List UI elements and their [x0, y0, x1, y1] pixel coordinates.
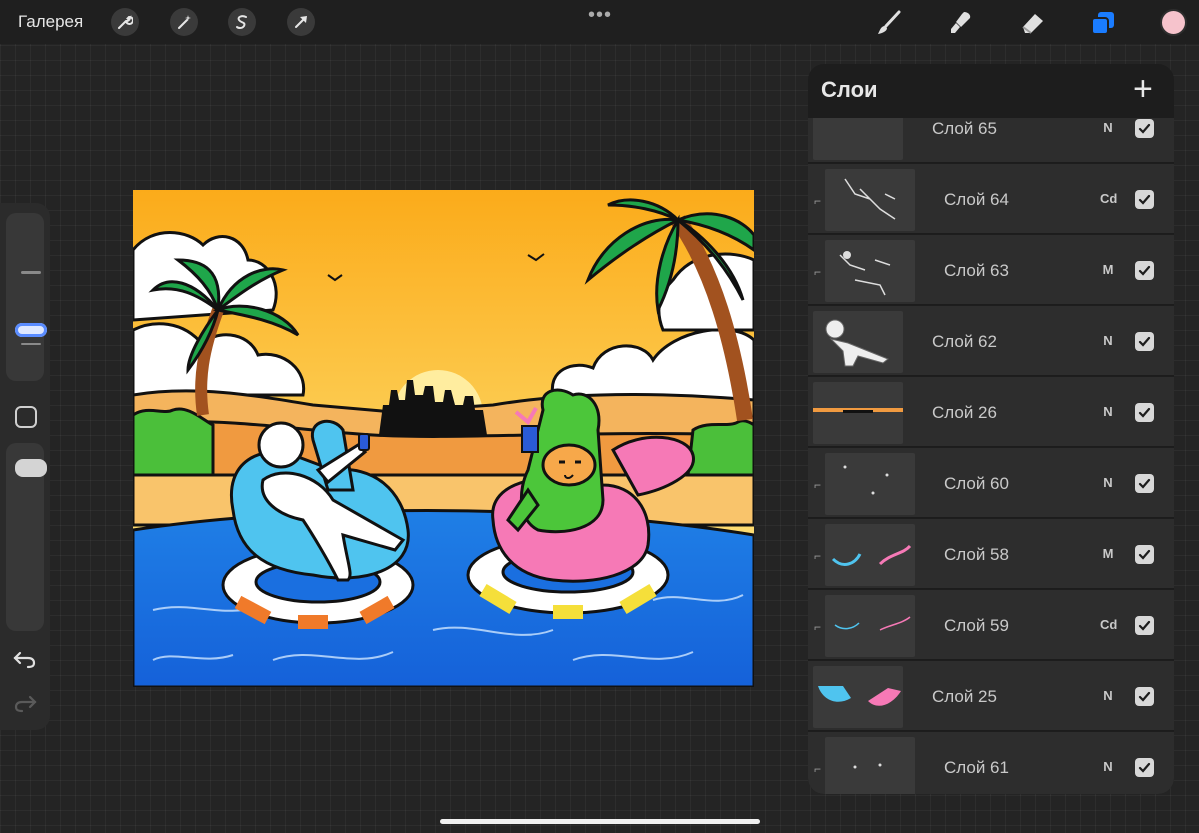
- layer-name: Слой 26: [932, 403, 997, 422]
- layer-visibility-checkbox[interactable]: [1135, 616, 1154, 635]
- checkmark-icon: [1138, 762, 1151, 773]
- layer-blend-mode[interactable]: N: [1100, 120, 1116, 135]
- square-modify-icon[interactable]: [15, 406, 37, 428]
- layer-visibility-checkbox[interactable]: [1135, 545, 1154, 564]
- layer-row[interactable]: ⌐ Слой 59 Cd: [808, 590, 1174, 660]
- layer-name: Слой 59: [944, 616, 1009, 635]
- layer-blend-mode[interactable]: N: [1100, 333, 1116, 348]
- layer-name: Слой 65: [932, 119, 997, 138]
- layer-visibility-checkbox[interactable]: [1135, 758, 1154, 777]
- layer-thumbnail: [825, 595, 915, 657]
- layer-visibility-checkbox[interactable]: [1135, 332, 1154, 351]
- layer-thumbnail: [813, 118, 903, 160]
- checkmark-icon: [1138, 478, 1151, 489]
- clipping-mask-icon: ⌐: [814, 478, 822, 492]
- brush-size-thumb[interactable]: [15, 323, 47, 337]
- layer-name: Слой 64: [944, 190, 1009, 209]
- layer-name: Слой 63: [944, 261, 1009, 280]
- layer-row[interactable]: ⌐ Слой 61 N: [808, 732, 1174, 794]
- eraser-icon[interactable]: [1017, 8, 1047, 38]
- layer-visibility-checkbox[interactable]: [1135, 403, 1154, 422]
- layers-title: Слои: [821, 77, 878, 102]
- checkmark-icon: [1138, 691, 1151, 702]
- add-layer-button[interactable]: +: [1133, 72, 1153, 106]
- layer-row[interactable]: Слой 62 N: [808, 306, 1174, 376]
- home-indicator: [440, 819, 760, 824]
- magic-wand-icon[interactable]: [170, 8, 198, 36]
- checkmark-icon: [1138, 549, 1151, 560]
- drawing-canvas[interactable]: [133, 190, 754, 687]
- layer-row[interactable]: ⌐ Слой 64 Cd: [808, 164, 1174, 234]
- layer-thumbnail: [813, 382, 903, 444]
- layer-visibility-checkbox[interactable]: [1135, 119, 1154, 138]
- layer-blend-mode[interactable]: M: [1100, 262, 1116, 277]
- layer-list[interactable]: Слой 65 N ⌐ Слой 64 Cd ⌐ Слой 63 M Слой 62 N Слой …: [808, 118, 1174, 794]
- brush-icon[interactable]: [874, 8, 904, 38]
- layer-thumbnail: [825, 737, 915, 794]
- layer-visibility-checkbox[interactable]: [1135, 474, 1154, 493]
- clipping-mask-icon: ⌐: [814, 549, 822, 563]
- smudge-icon[interactable]: [946, 8, 976, 38]
- color-picker-button[interactable]: [1160, 9, 1187, 36]
- layer-name: Слой 61: [944, 758, 1009, 777]
- layers-icon[interactable]: [1088, 8, 1118, 38]
- layer-row[interactable]: Слой 26 N: [808, 377, 1174, 447]
- opacity-thumb[interactable]: [15, 459, 47, 477]
- checkmark-icon: [1138, 336, 1151, 347]
- layer-blend-mode[interactable]: N: [1100, 688, 1116, 703]
- layer-visibility-checkbox[interactable]: [1135, 261, 1154, 280]
- layer-blend-mode[interactable]: Cd: [1100, 191, 1117, 206]
- layer-name: Слой 60: [944, 474, 1009, 493]
- clipping-mask-icon: ⌐: [814, 620, 822, 634]
- layer-name: Слой 62: [932, 332, 997, 351]
- layer-blend-mode[interactable]: Cd: [1100, 617, 1117, 632]
- layer-blend-mode[interactable]: N: [1100, 404, 1116, 419]
- checkmark-icon: [1138, 407, 1151, 418]
- transform-arrow-icon[interactable]: [287, 8, 315, 36]
- checkmark-icon: [1138, 194, 1151, 205]
- layer-thumbnail: [825, 524, 915, 586]
- layer-visibility-checkbox[interactable]: [1135, 190, 1154, 209]
- layer-blend-mode[interactable]: N: [1100, 759, 1116, 774]
- checkmark-icon: [1138, 620, 1151, 631]
- opacity-slider[interactable]: [6, 443, 47, 631]
- layer-row[interactable]: ⌐ Слой 58 M: [808, 519, 1174, 589]
- selection-s-icon[interactable]: [228, 8, 256, 36]
- left-sidebar: [0, 203, 50, 730]
- checkmark-icon: [1138, 265, 1151, 276]
- more-options-button[interactable]: •••: [588, 4, 612, 27]
- clipping-mask-icon: ⌐: [814, 265, 822, 279]
- undo-icon[interactable]: [13, 649, 37, 674]
- layer-thumbnail: [825, 169, 915, 231]
- checkmark-icon: [1138, 123, 1151, 134]
- layer-blend-mode[interactable]: M: [1100, 546, 1116, 561]
- clipping-mask-icon: ⌐: [814, 194, 822, 208]
- clipping-mask-icon: ⌐: [814, 762, 822, 776]
- layer-blend-mode[interactable]: N: [1100, 475, 1116, 490]
- top-toolbar: Галерея •••: [0, 0, 1199, 44]
- brush-size-slider[interactable]: [6, 213, 47, 381]
- layer-name: Слой 58: [944, 545, 1009, 564]
- layer-row[interactable]: ⌐ Слой 63 M: [808, 235, 1174, 305]
- layer-visibility-checkbox[interactable]: [1135, 687, 1154, 706]
- redo-icon[interactable]: [13, 693, 37, 718]
- layers-panel: Слои + Слой 65 N ⌐ Слой 64 Cd ⌐ Слой 63 M Слой 6…: [808, 64, 1174, 794]
- layer-thumbnail: [813, 311, 903, 373]
- layer-row[interactable]: Слой 65 N: [808, 118, 1174, 163]
- layer-name: Слой 25: [932, 687, 997, 706]
- artwork-illustration: [133, 190, 754, 687]
- layer-row[interactable]: ⌐ Слой 60 N: [808, 448, 1174, 518]
- slider-tick: [21, 271, 41, 274]
- wrench-icon[interactable]: [111, 8, 139, 36]
- layer-thumbnail: [825, 453, 915, 515]
- gallery-button[interactable]: Галерея: [18, 12, 83, 32]
- slider-tick: [21, 343, 41, 345]
- layer-thumbnail: [825, 240, 915, 302]
- layer-thumbnail: [813, 666, 903, 728]
- layer-row[interactable]: Слой 25 N: [808, 661, 1174, 731]
